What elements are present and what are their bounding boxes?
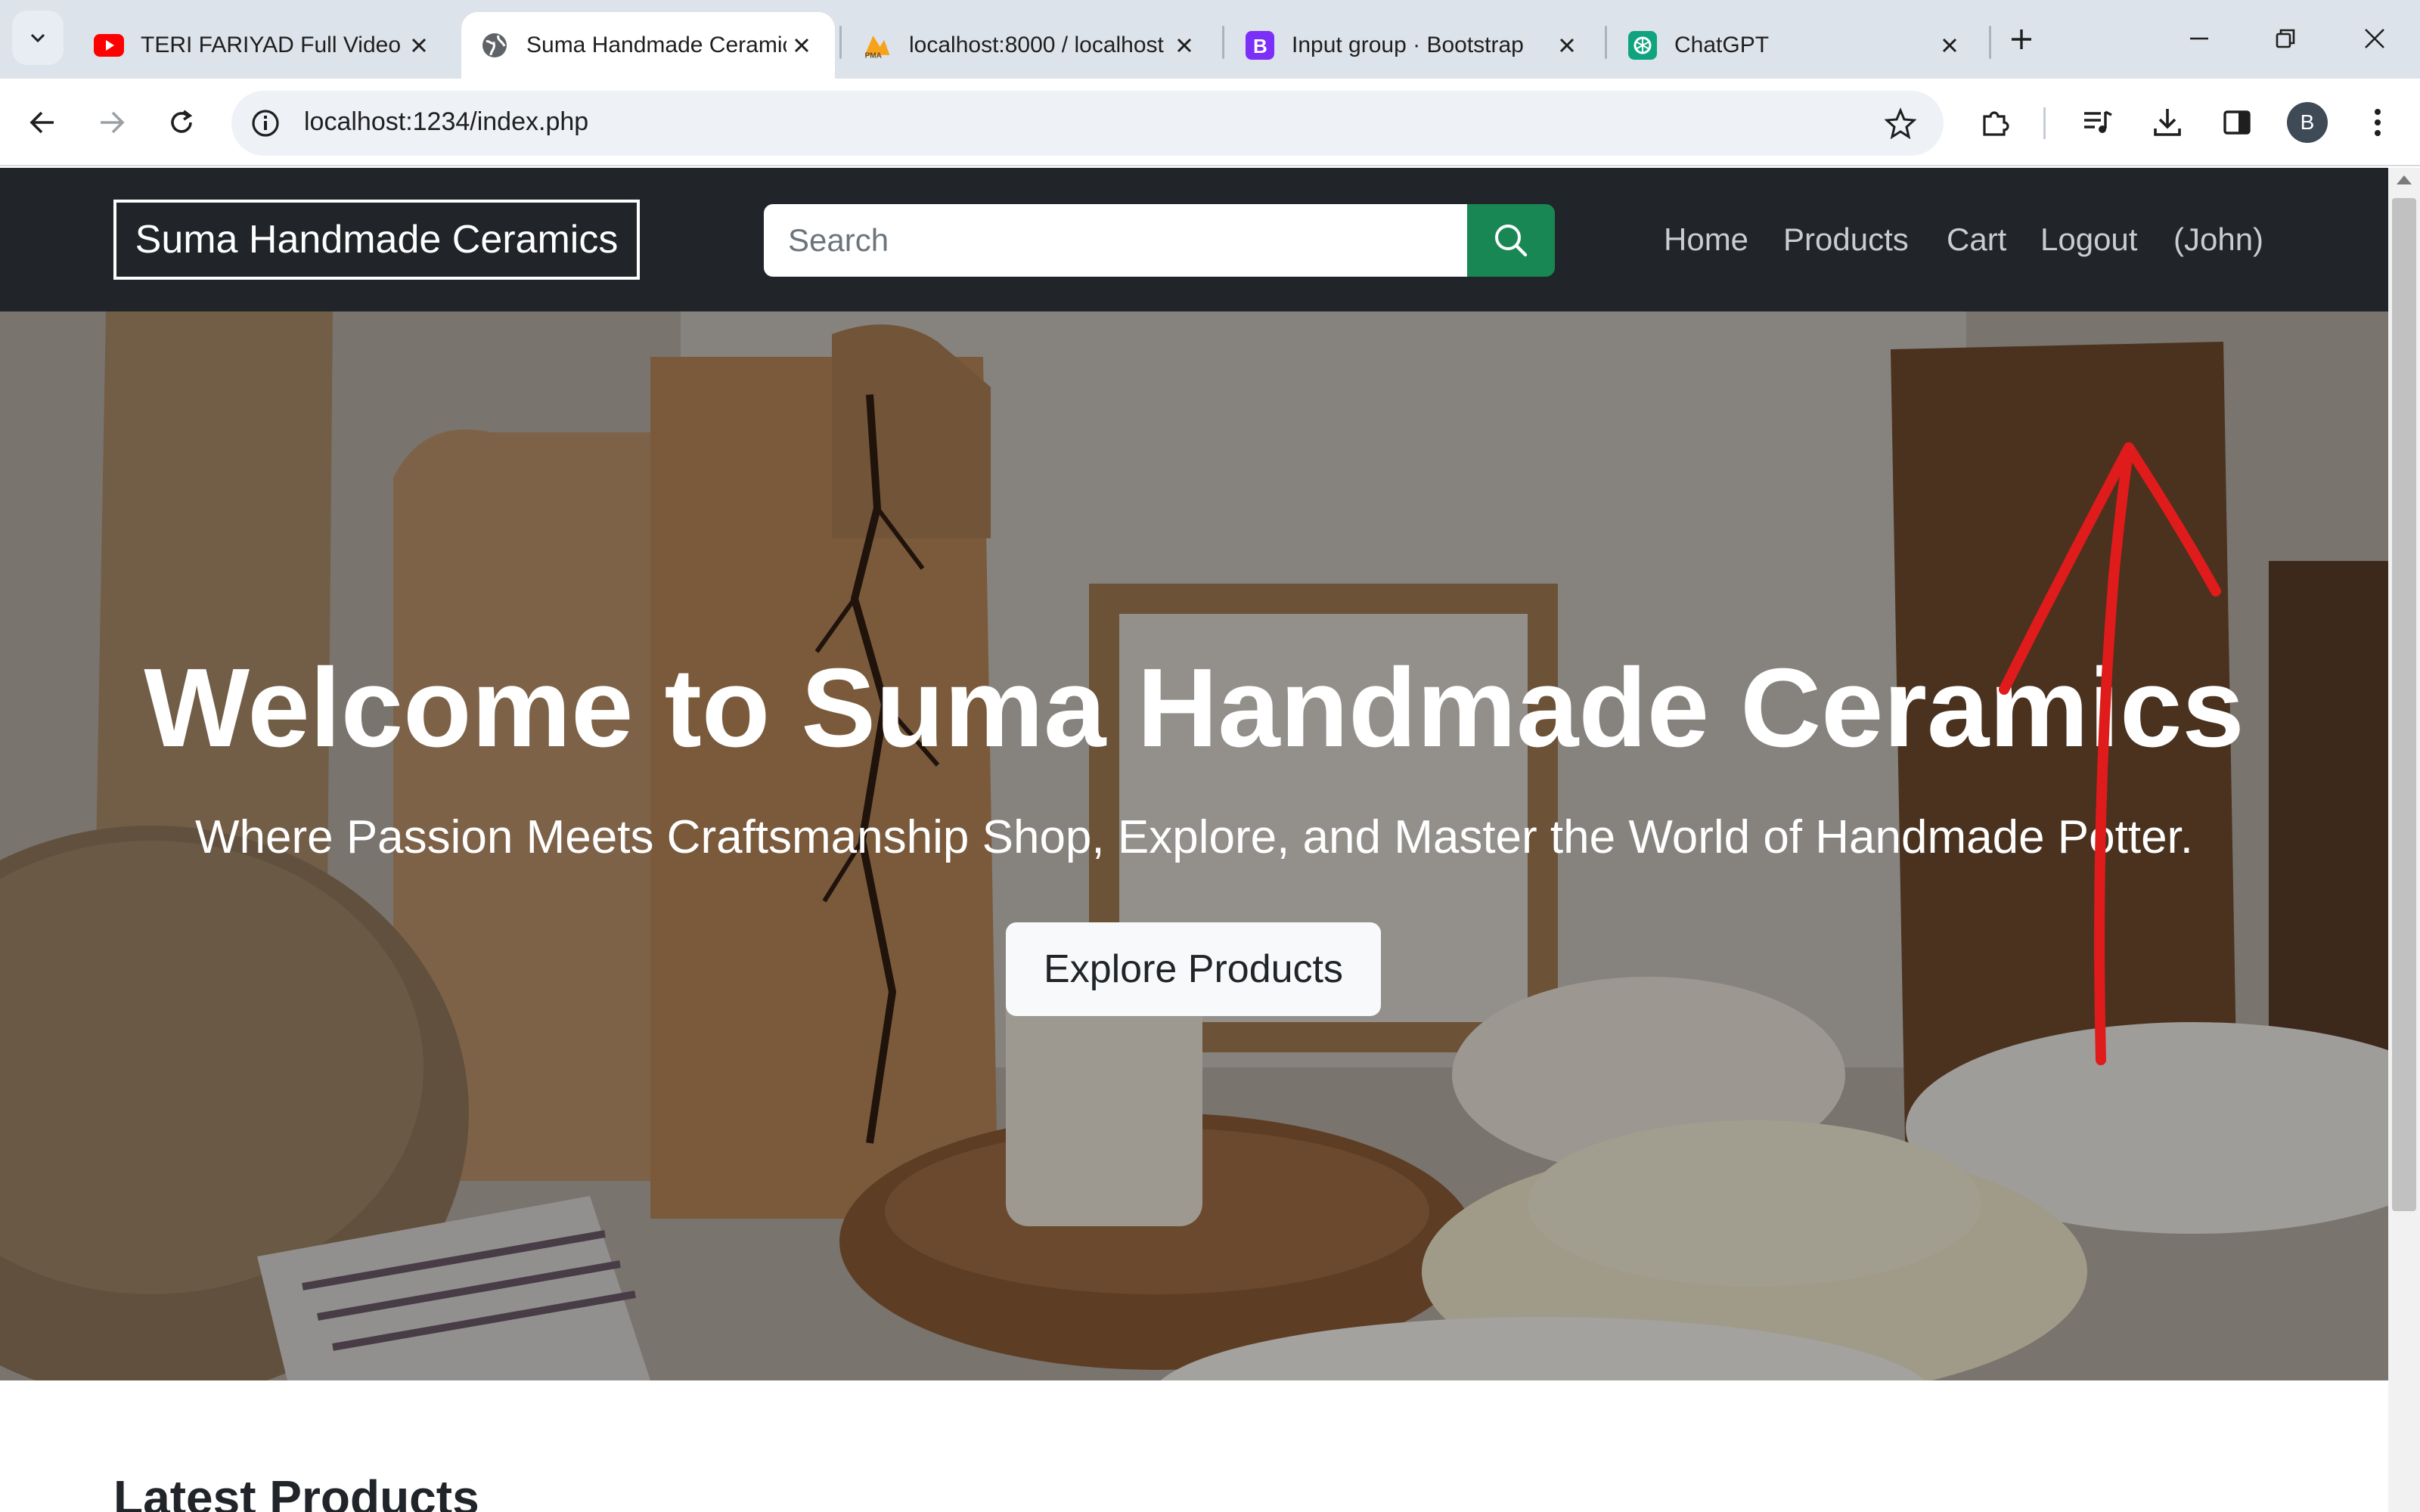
tab-title: TERI FARIYAD Full Video (141, 33, 402, 57)
browser-tab-3[interactable]: B Input group · Bootstrap (1227, 12, 1600, 79)
more-vert-icon (2375, 109, 2381, 136)
toolbar-divider (2043, 107, 2046, 139)
browser-tab-2[interactable]: PMA localhost:8000 / localhost (844, 12, 1218, 79)
page-scrollbar[interactable] (2388, 168, 2420, 1512)
scroll-up-arrow-icon[interactable] (2397, 175, 2412, 184)
scrollbar-thumb[interactable] (2392, 198, 2416, 1211)
profile-avatar[interactable]: B (2287, 102, 2328, 143)
back-button[interactable] (18, 98, 67, 147)
close-icon[interactable] (404, 30, 434, 60)
phpmyadmin-icon: PMA (862, 30, 892, 60)
new-tab-button[interactable] (1996, 17, 2046, 62)
tab-search-button[interactable] (12, 11, 64, 65)
nav-link-logout[interactable]: Logout (2040, 219, 2137, 261)
restore-icon (2276, 29, 2295, 48)
youtube-icon (94, 30, 124, 60)
hero-banner: Welcome to Suma Handmade Ceramics Where … (0, 311, 2388, 1380)
annotation-arrow (1999, 442, 2221, 1065)
tab-separator (1222, 26, 1224, 59)
close-icon[interactable] (1552, 30, 1582, 60)
latest-products-heading: Latest Products (113, 1470, 479, 1512)
reload-button[interactable] (157, 98, 206, 147)
browser-tab-4[interactable]: ChatGPT (1609, 12, 1983, 79)
playlist-icon (2084, 110, 2112, 133)
tab-title: localhost:8000 / localhost (909, 33, 1164, 57)
browser-toolbar: localhost:1234/index.php B (0, 79, 2420, 166)
chatgpt-icon (1627, 30, 1658, 60)
media-controls-button[interactable] (2074, 98, 2122, 147)
search-input[interactable] (764, 204, 1467, 277)
svg-text:B: B (1253, 35, 1267, 57)
minimize-icon (2190, 37, 2208, 40)
minimize-button[interactable] (2161, 11, 2237, 67)
address-url: localhost:1234/index.php (304, 107, 589, 136)
site-brand[interactable]: Suma Handmade Ceramics (113, 200, 640, 280)
chevron-down-icon (30, 33, 45, 43)
browser-tab-1[interactable]: Suma Handmade Ceramics (461, 12, 835, 79)
svg-text:PMA: PMA (865, 51, 882, 60)
tab-title: Suma Handmade Ceramics (526, 33, 786, 57)
explore-products-button[interactable]: Explore Products (1006, 922, 1381, 1016)
side-panel-icon (2223, 110, 2251, 135)
tab-separator (1605, 26, 1607, 59)
close-window-button[interactable] (2337, 11, 2412, 67)
bootstrap-icon: B (1245, 30, 1275, 60)
puzzle-icon (1983, 111, 2009, 136)
tab-title: Input group · Bootstrap (1292, 33, 1524, 57)
tab-separator (1989, 26, 1991, 59)
downloads-button[interactable] (2143, 98, 2192, 147)
restore-button[interactable] (2248, 11, 2323, 67)
search-button[interactable] (1467, 204, 1555, 277)
close-icon[interactable] (1934, 30, 1965, 60)
search-icon (1495, 225, 1528, 257)
bookmark-star-icon[interactable] (1880, 103, 1921, 144)
nav-link-products[interactable]: Products (1783, 219, 1909, 261)
arrow-left-icon (29, 111, 54, 134)
close-icon[interactable] (1169, 30, 1199, 60)
reload-icon (171, 110, 193, 133)
forward-button[interactable] (88, 98, 136, 147)
tab-separator (839, 26, 842, 59)
site-info-icon[interactable] (247, 104, 284, 142)
address-bar[interactable]: localhost:1234/index.php (231, 91, 1944, 156)
arrow-right-icon (101, 111, 125, 134)
site-navbar: Suma Handmade Ceramics Home Products Car… (0, 168, 2388, 311)
download-icon (2154, 109, 2181, 136)
browser-tab-strip: TERI FARIYAD Full Video Suma Handmade Ce… (0, 0, 2420, 79)
nav-link-home[interactable]: Home (1664, 219, 1748, 261)
tab-title: ChatGPT (1674, 33, 1770, 57)
close-icon (2365, 29, 2384, 48)
extensions-button[interactable] (1971, 98, 2019, 147)
search-input-group (764, 204, 1555, 277)
side-panel-button[interactable] (2213, 98, 2261, 147)
nav-user-name: (John) (2173, 222, 2264, 257)
page-viewport: Suma Handmade Ceramics Home Products Car… (0, 168, 2388, 1512)
close-icon[interactable] (786, 30, 817, 60)
plus-icon (2012, 29, 2031, 49)
nav-link-cart[interactable]: Cart (1947, 219, 2006, 261)
browser-tab-0[interactable]: TERI FARIYAD Full Video (76, 12, 452, 79)
globe-icon (479, 30, 510, 60)
browser-menu-button[interactable] (2353, 98, 2402, 147)
